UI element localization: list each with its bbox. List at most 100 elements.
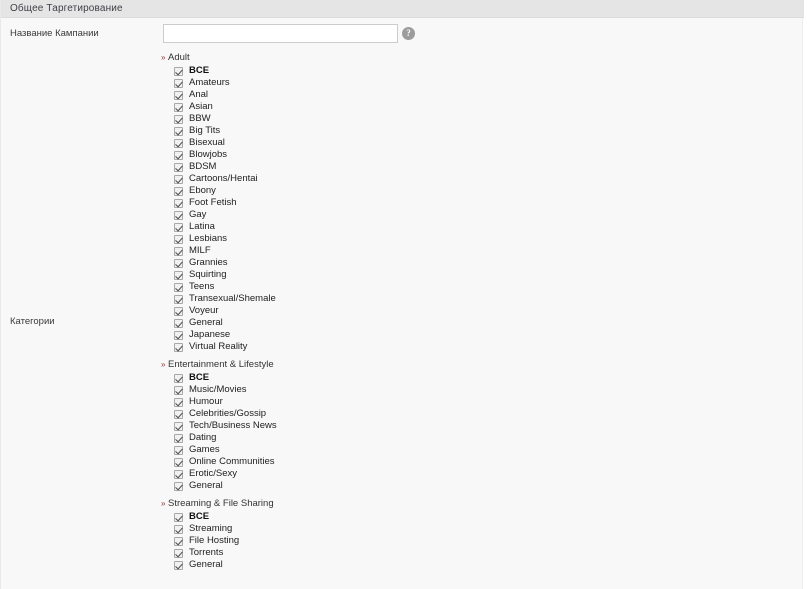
category-checkbox[interactable] xyxy=(174,481,183,491)
category-checkbox[interactable] xyxy=(174,397,183,407)
category-item[interactable]: MILF xyxy=(161,245,591,257)
double-chevron-right-icon: » xyxy=(161,360,166,369)
category-checkbox[interactable] xyxy=(174,270,183,280)
category-item-label: Virtual Reality xyxy=(189,341,248,352)
help-circle-icon[interactable]: ? xyxy=(402,27,415,40)
category-item[interactable]: Gay xyxy=(161,209,591,221)
category-checkbox[interactable] xyxy=(174,469,183,479)
category-checkbox[interactable] xyxy=(174,102,183,112)
category-checkbox[interactable] xyxy=(174,234,183,244)
category-group-header[interactable]: » Streaming & File Sharing xyxy=(161,498,591,510)
category-item-label: Humour xyxy=(189,396,223,407)
category-item[interactable]: BDSM xyxy=(161,161,591,173)
category-item[interactable]: Music/Movies xyxy=(161,384,591,396)
category-item[interactable]: BBW xyxy=(161,113,591,125)
category-item[interactable]: Dating xyxy=(161,432,591,444)
category-checkbox[interactable] xyxy=(174,162,183,172)
category-checkbox[interactable] xyxy=(174,512,183,522)
category-checkbox[interactable] xyxy=(174,294,183,304)
category-checkbox[interactable] xyxy=(174,548,183,558)
category-checkbox[interactable] xyxy=(174,282,183,292)
page-title: Общее Таргетирование xyxy=(10,3,123,14)
category-checkbox[interactable] xyxy=(174,318,183,328)
category-checkbox[interactable] xyxy=(174,433,183,443)
category-item-label: Celebrities/Gossip xyxy=(189,408,267,419)
category-item-label: Cartoons/Hentai xyxy=(189,173,258,184)
category-item[interactable]: Lesbians xyxy=(161,233,591,245)
category-item[interactable]: General xyxy=(161,317,591,329)
category-group: » Streaming & File Sharing BCE Streaming Fil… xyxy=(161,498,591,571)
category-checkbox[interactable] xyxy=(174,536,183,546)
category-item[interactable]: Japanese xyxy=(161,329,591,341)
category-item[interactable]: Asian xyxy=(161,101,591,113)
category-item[interactable]: General xyxy=(161,480,591,492)
category-checkbox[interactable] xyxy=(174,174,183,184)
category-checkbox[interactable] xyxy=(174,210,183,220)
category-item[interactable]: File Hosting xyxy=(161,535,591,547)
category-checkbox[interactable] xyxy=(174,138,183,148)
category-group-header[interactable]: » Entertainment & Lifestyle xyxy=(161,359,591,371)
category-checkbox[interactable] xyxy=(174,78,183,88)
category-group-header[interactable]: » Adult xyxy=(161,52,591,64)
category-item[interactable]: Squirting xyxy=(161,269,591,281)
category-checkbox[interactable] xyxy=(174,90,183,100)
category-group: » Adult BCE Amateurs Anal Asian BBW Big Tits Bis… xyxy=(161,52,591,353)
category-checkbox[interactable] xyxy=(174,222,183,232)
double-chevron-right-icon: » xyxy=(161,499,166,508)
category-checkbox[interactable] xyxy=(174,198,183,208)
category-item[interactable]: Voyeur xyxy=(161,305,591,317)
category-checkbox[interactable] xyxy=(174,342,183,352)
category-checkbox[interactable] xyxy=(174,258,183,268)
category-item-label: BCE xyxy=(189,372,210,383)
category-item-list: BCE Streaming File Hosting Torrents General xyxy=(161,511,591,571)
category-item[interactable]: General xyxy=(161,559,591,571)
category-checkbox[interactable] xyxy=(174,560,183,570)
category-item[interactable]: Bisexual xyxy=(161,137,591,149)
category-item[interactable]: Celebrities/Gossip xyxy=(161,408,591,420)
category-item[interactable]: Foot Fetish xyxy=(161,197,591,209)
category-checkbox[interactable] xyxy=(174,445,183,455)
category-item-label: Games xyxy=(189,444,220,455)
category-item-list: BCE Music/Movies Humour Celebrities/Gossip T… xyxy=(161,372,591,492)
category-checkbox[interactable] xyxy=(174,457,183,467)
campaign-name-input[interactable] xyxy=(163,24,398,43)
category-group-title: Adult xyxy=(168,52,190,63)
category-checkbox[interactable] xyxy=(174,524,183,534)
category-checkbox[interactable] xyxy=(174,246,183,256)
campaign-name-label: Название Кампании xyxy=(10,28,99,39)
category-item[interactable]: Latina xyxy=(161,221,591,233)
category-item[interactable]: Streaming xyxy=(161,523,591,535)
category-checkbox[interactable] xyxy=(174,66,183,76)
category-item[interactable]: Big Tits xyxy=(161,125,591,137)
category-checkbox[interactable] xyxy=(174,385,183,395)
category-checkbox[interactable] xyxy=(174,306,183,316)
category-checkbox[interactable] xyxy=(174,186,183,196)
category-item[interactable]: Teens xyxy=(161,281,591,293)
category-checkbox[interactable] xyxy=(174,421,183,431)
category-checkbox[interactable] xyxy=(174,330,183,340)
category-item[interactable]: Virtual Reality xyxy=(161,341,591,353)
category-item-label: Squirting xyxy=(189,269,227,280)
category-item[interactable]: BCE xyxy=(161,372,591,384)
category-item[interactable]: Cartoons/Hentai xyxy=(161,173,591,185)
category-item[interactable]: Anal xyxy=(161,89,591,101)
category-item[interactable]: Ebony xyxy=(161,185,591,197)
category-item[interactable]: Online Communities xyxy=(161,456,591,468)
category-item[interactable]: BCE xyxy=(161,65,591,77)
category-item[interactable]: Games xyxy=(161,444,591,456)
category-checkbox[interactable] xyxy=(174,373,183,383)
category-item[interactable]: BCE xyxy=(161,511,591,523)
category-item[interactable]: Blowjobs xyxy=(161,149,591,161)
category-item[interactable]: Tech/Business News xyxy=(161,420,591,432)
category-item[interactable]: Torrents xyxy=(161,547,591,559)
category-item[interactable]: Grannies xyxy=(161,257,591,269)
category-checkbox[interactable] xyxy=(174,126,183,136)
category-item[interactable]: Transexual/Shemale xyxy=(161,293,591,305)
category-item[interactable]: Humour xyxy=(161,396,591,408)
category-checkbox[interactable] xyxy=(174,150,183,160)
category-checkbox[interactable] xyxy=(174,409,183,419)
category-item[interactable]: Erotic/Sexy xyxy=(161,468,591,480)
category-checkbox[interactable] xyxy=(174,114,183,124)
category-item-label: Gay xyxy=(189,209,207,220)
category-item[interactable]: Amateurs xyxy=(161,77,591,89)
